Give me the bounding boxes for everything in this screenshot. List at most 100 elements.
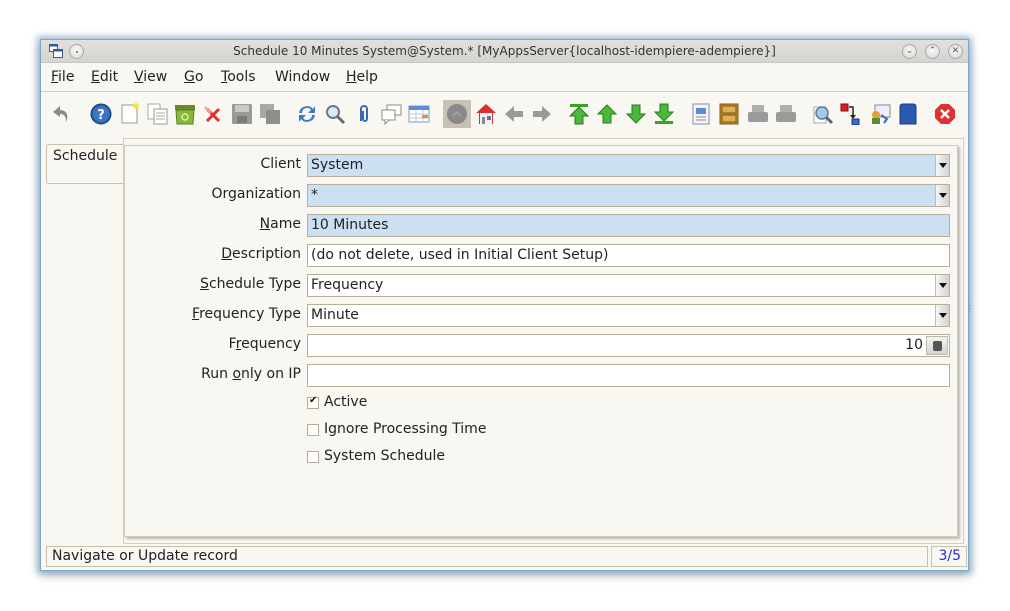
frequency-input[interactable]: 10	[307, 334, 950, 357]
run-only-on-ip-label: Run only on IP	[201, 366, 301, 382]
next-record-button[interactable]	[625, 103, 647, 125]
save-new-icon	[260, 104, 280, 124]
form-container: Client System Organization * Name 10 Min…	[123, 138, 964, 544]
maximize-button[interactable]: ⌃	[925, 44, 940, 59]
undo-icon	[53, 106, 68, 122]
frequency-label: Frequency	[228, 336, 301, 352]
frequency-type-select[interactable]: Minute	[307, 304, 950, 327]
close-button[interactable]: ✕	[948, 44, 963, 59]
workflow-button[interactable]	[840, 103, 862, 125]
print-icon	[776, 105, 796, 122]
record-count[interactable]: 3/5	[931, 546, 967, 567]
toolbar: ?	[41, 93, 968, 133]
new-record-icon	[121, 103, 139, 124]
find-button[interactable]	[324, 103, 346, 125]
description-label: Description	[221, 246, 301, 262]
tab-label: Schedule	[53, 148, 118, 164]
minimize-button[interactable]: ⌄	[902, 44, 917, 59]
forward-icon	[533, 106, 551, 122]
copy-record-icon	[147, 103, 168, 125]
run-only-on-ip-input[interactable]	[307, 364, 950, 387]
client-select[interactable]: System	[307, 154, 950, 177]
checkbox-checked-icon[interactable]	[307, 395, 319, 409]
chevron-down-icon[interactable]	[935, 275, 949, 296]
organization-select[interactable]: *	[307, 184, 950, 207]
organization-label: Organization	[211, 186, 301, 202]
menu-go[interactable]: Go	[184, 69, 203, 85]
find-icon	[326, 105, 346, 125]
delete-record-button[interactable]	[203, 103, 225, 125]
chevron-down-icon[interactable]	[935, 185, 949, 206]
menu-window[interactable]: Window	[275, 69, 330, 85]
product-info-button[interactable]	[897, 103, 919, 125]
save-icon	[232, 104, 252, 124]
undo-button[interactable]	[51, 103, 73, 125]
schedule-type-select[interactable]: Frequency	[307, 274, 950, 297]
history-button[interactable]	[443, 100, 471, 128]
status-bar: Navigate or Update record	[46, 546, 928, 567]
grid-toggle-icon	[408, 105, 430, 123]
chat-button[interactable]	[381, 103, 403, 125]
help-icon: ?	[90, 103, 112, 125]
splitter-grip[interactable]	[968, 302, 970, 312]
description-input[interactable]: (do not delete, used in Initial Client S…	[307, 244, 950, 267]
checkbox-unchecked-icon[interactable]	[307, 451, 319, 463]
save-button[interactable]	[231, 103, 253, 125]
menu-tools[interactable]: Tools	[221, 69, 256, 85]
checkbox-unchecked-icon[interactable]	[307, 424, 319, 436]
menu-help[interactable]: Help	[346, 69, 378, 85]
chat-icon	[381, 104, 402, 125]
history-icon	[447, 104, 467, 124]
workflow-icon	[840, 103, 860, 125]
print-preview-icon	[748, 105, 768, 122]
back-button[interactable]	[503, 103, 525, 125]
previous-record-icon	[596, 104, 618, 124]
name-input[interactable]: 10 Minutes	[307, 214, 950, 237]
window-title: Schedule 10 Minutes System@System.* [MyA…	[233, 44, 776, 58]
last-record-button[interactable]	[653, 103, 675, 125]
archive-button[interactable]	[718, 103, 740, 125]
next-record-icon	[625, 104, 647, 124]
name-label: Name	[259, 216, 301, 232]
forward-button[interactable]	[531, 103, 553, 125]
back-icon	[505, 106, 523, 122]
tab-schedule[interactable]: Schedule	[46, 144, 124, 184]
report-button[interactable]	[690, 103, 712, 125]
first-record-button[interactable]	[568, 103, 590, 125]
schedule-type-label: Schedule Type	[200, 276, 301, 292]
request-icon	[872, 104, 891, 124]
zoom-across-button[interactable]	[812, 103, 834, 125]
chevron-down-icon[interactable]	[935, 305, 949, 326]
help-button[interactable]: ?	[90, 103, 112, 125]
close-window-button[interactable]	[934, 103, 956, 125]
request-button[interactable]	[869, 103, 891, 125]
save-new-button[interactable]	[259, 103, 281, 125]
menu-view[interactable]: View	[134, 69, 167, 85]
refresh-button[interactable]	[296, 103, 318, 125]
print-preview-button[interactable]	[747, 103, 769, 125]
title-bar[interactable]: Schedule 10 Minutes System@System.* [MyA…	[41, 40, 968, 63]
zoom-across-icon	[813, 106, 834, 125]
delete-selection-button[interactable]	[174, 103, 196, 125]
copy-record-button[interactable]	[147, 103, 169, 125]
calculator-icon[interactable]	[926, 336, 948, 355]
svg-text:?: ?	[97, 108, 105, 123]
close-window-icon	[935, 104, 955, 124]
menu-edit[interactable]: Edit	[91, 69, 118, 85]
print-button[interactable]	[775, 103, 797, 125]
attachment-button[interactable]	[353, 103, 375, 125]
client-label: Client	[260, 156, 301, 172]
frequency-type-label: Frequency Type	[192, 306, 301, 322]
new-record-button[interactable]	[119, 103, 141, 125]
application-window: Schedule 10 Minutes System@System.* [MyA…	[40, 39, 970, 571]
delete-icon	[204, 106, 221, 123]
grid-toggle-button[interactable]	[408, 103, 430, 125]
chevron-down-icon[interactable]	[935, 155, 949, 176]
menu-bar: File Edit View Go Tools Window Help	[41, 64, 968, 92]
product-info-icon	[899, 103, 917, 125]
previous-record-button[interactable]	[596, 103, 618, 125]
menu-file[interactable]: File	[51, 69, 74, 85]
report-icon	[692, 103, 710, 125]
home-button[interactable]	[475, 103, 497, 125]
archive-icon	[719, 103, 739, 125]
